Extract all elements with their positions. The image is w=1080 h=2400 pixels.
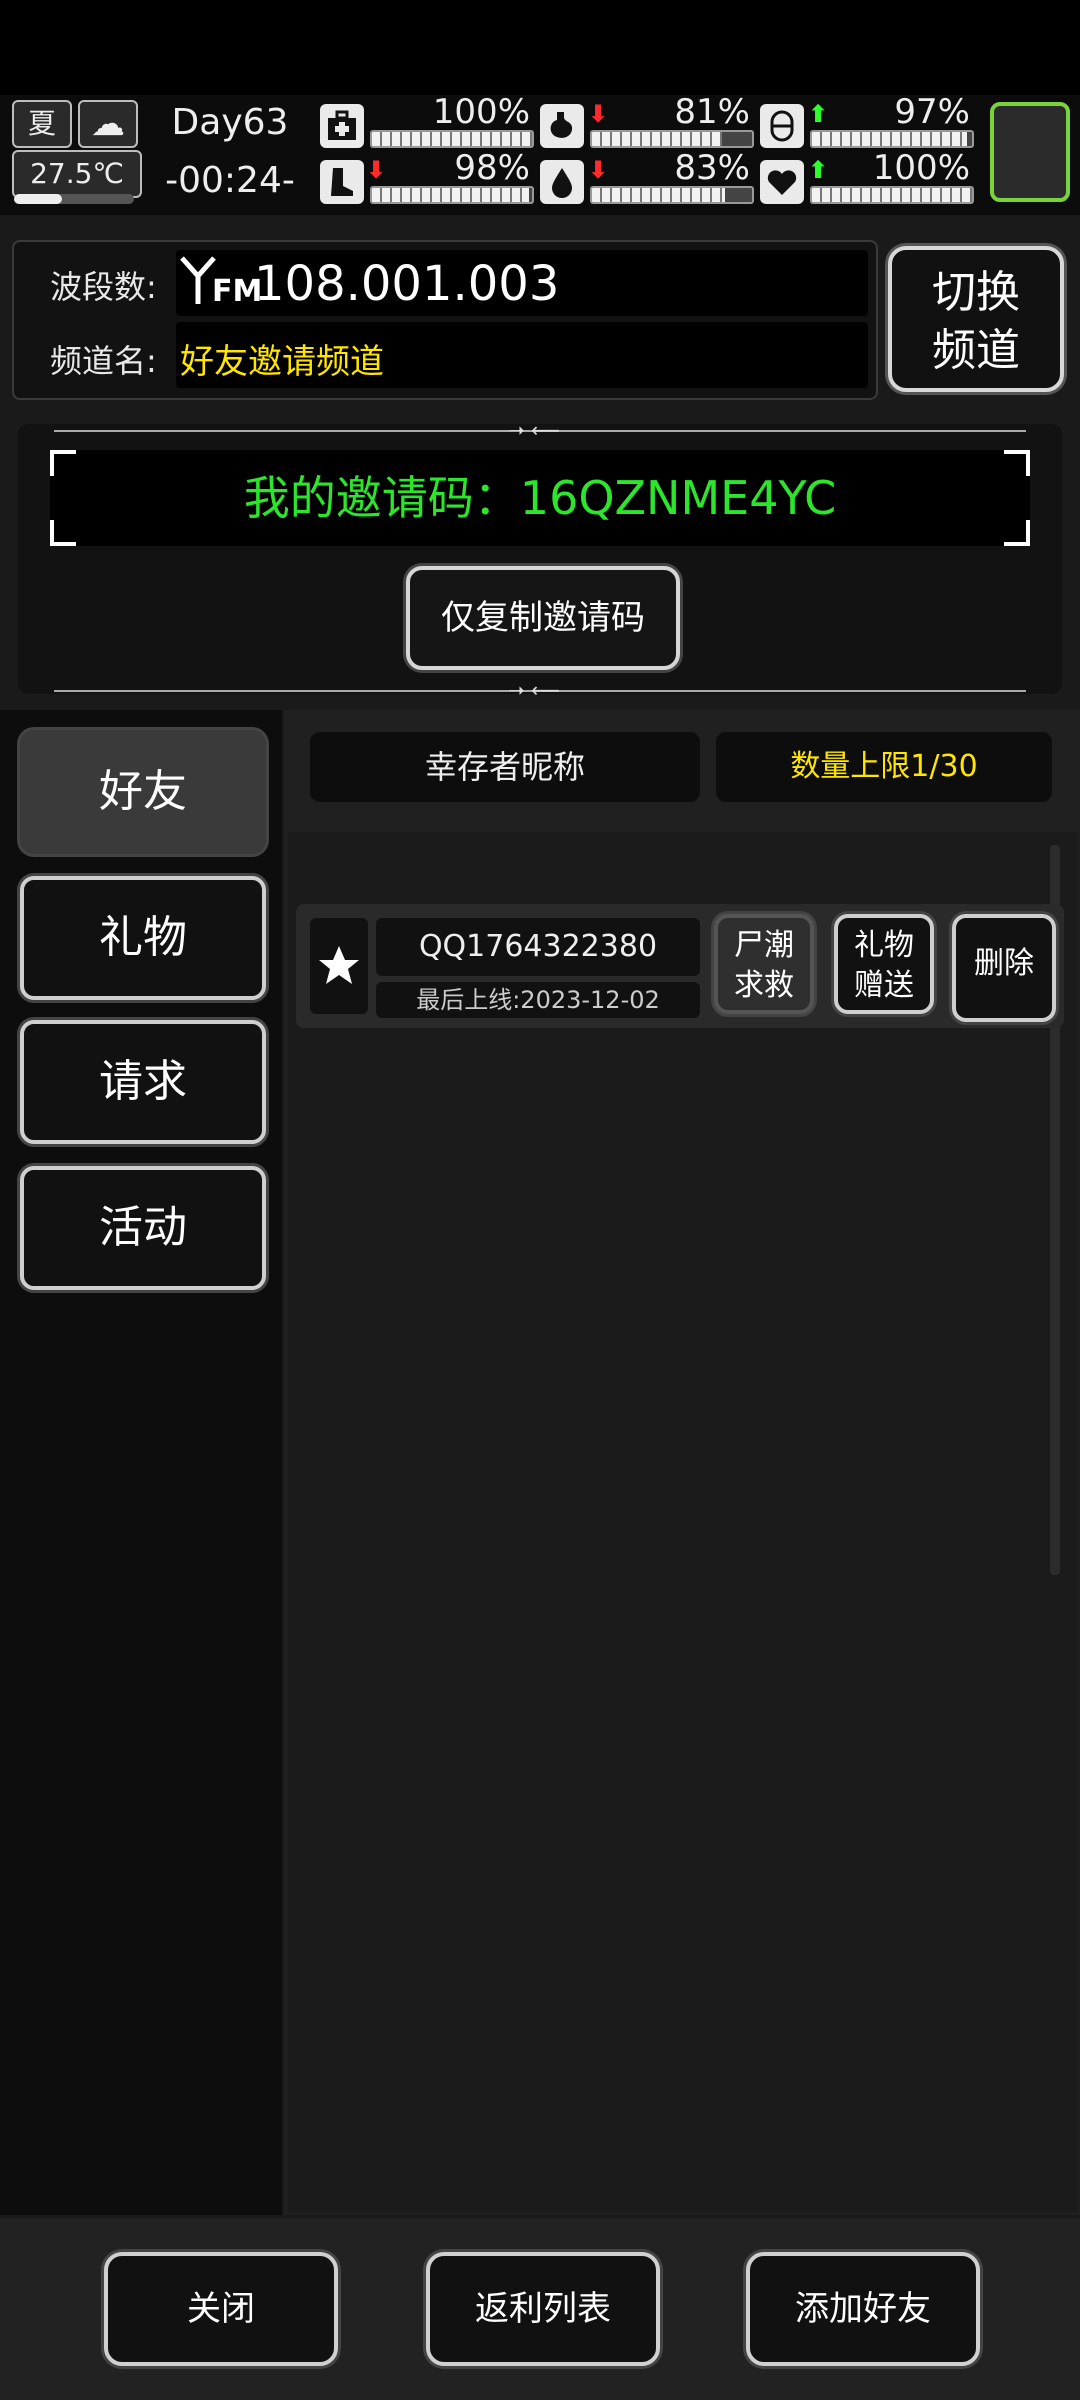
friend-limit-badge: 数量上限1/30 [716,732,1052,802]
stat-thirst-bar [590,186,754,204]
day-counter: Day63 [171,102,289,143]
divider-top-arrows: ➝ ⟵ [508,418,560,442]
top-band [0,0,1080,95]
friend-last-online: 最后上线:2023-12-02 [376,982,700,1018]
send-gift-button[interactable]: 礼物 赠送 [834,914,934,1014]
stomach-icon [540,104,584,148]
corner-tl [50,450,76,476]
stat-hunger-bar [590,130,754,148]
zombie-tide-help-button[interactable]: 尸潮 求救 [714,914,814,1014]
stat-hunger-value: 81% [674,92,750,132]
stat-heart-bar [810,186,974,204]
sidebar-item-requests[interactable]: 请求 [20,1020,266,1144]
heart-icon [760,160,804,204]
favorite-star-icon[interactable] [310,918,368,1014]
close-button[interactable]: 关闭 [104,2252,338,2366]
stat-health-bar [370,130,534,148]
band-value: 108.001.003 [254,256,560,312]
stat-thirst-value: 83% [674,148,750,188]
water-drop-icon [540,160,584,204]
corner-tr [1004,450,1030,476]
delete-friend-button[interactable]: 删除 [952,914,1056,1022]
boot-icon [320,160,364,204]
stat-heart-value: 100% [872,148,970,188]
switch-channel-button[interactable]: 切换 频道 [888,246,1064,392]
invite-code: 我的邀请码：16QZNME4YC [50,450,1030,546]
nickname-header: 幸存者昵称 [310,732,700,802]
corner-bl [50,520,76,546]
sidebar-item-friends[interactable]: 好友 [20,730,266,854]
season-badge: 夏 [12,100,72,148]
equipment-slot[interactable] [990,102,1070,202]
channel-name-value: 好友邀请频道 [180,342,384,382]
medkit-icon [320,104,364,148]
clock: -00:24- [165,160,295,201]
stat-stamina-value: 98% [454,148,530,188]
sidebar-item-gifts[interactable]: 礼物 [20,876,266,1000]
stat-mood-value: 97% [894,92,970,132]
channel-name-label: 频道名: [50,342,157,380]
copy-invite-code-button[interactable]: 仅复制邀请码 [406,566,680,670]
stat-mood-bar [810,130,974,148]
friend-name: QQ1764322380 [376,918,700,976]
capsule-icon [760,104,804,148]
weather-cloud-icon: ☁ [78,100,138,148]
stat-health-value: 100% [432,92,530,132]
rebate-list-button[interactable]: 返利列表 [426,2252,660,2366]
stat-stamina-bar [370,186,534,204]
divider-bottom-arrows: ➝ ⟵ [508,678,560,702]
sidebar-item-events[interactable]: 活动 [20,1166,266,1290]
band-label: 波段数: [50,268,157,306]
friend-list[interactable] [288,832,1078,2212]
antenna-icon [180,254,216,310]
temperature-bar [14,194,134,204]
add-friend-button[interactable]: 添加好友 [746,2252,980,2366]
temperature-readout: 27.5℃ [12,150,142,198]
corner-br [1004,520,1030,546]
